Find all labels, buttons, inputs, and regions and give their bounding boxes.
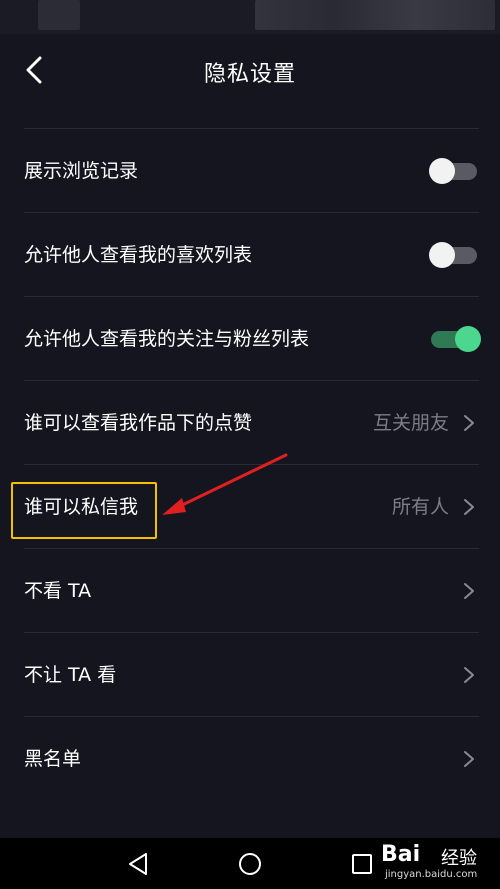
setting-label: 允许他人查看我的喜欢列表 xyxy=(24,244,253,266)
status-bar xyxy=(0,0,500,34)
toggle-switch[interactable] xyxy=(429,242,477,268)
blurred-status-area xyxy=(38,0,80,30)
chevron-right-icon xyxy=(464,583,474,599)
setting-show-browsing-history: 展示浏览记录 xyxy=(24,128,479,212)
setting-label: 不让 TA 看 xyxy=(24,664,117,686)
toggle-switch[interactable] xyxy=(429,158,477,184)
setting-allow-view-follows: 允许他人查看我的关注与粉丝列表 xyxy=(24,296,481,380)
setting-blacklist[interactable]: 黑名单 xyxy=(24,716,479,800)
toggle-switch[interactable] xyxy=(429,326,481,352)
toggle-knob xyxy=(455,326,481,352)
nav-home-icon[interactable] xyxy=(237,851,263,877)
setting-allow-view-likes: 允许他人查看我的喜欢列表 xyxy=(24,212,479,296)
page-title: 隐私设置 xyxy=(203,62,296,87)
chevron-right-icon xyxy=(464,751,474,767)
toggle-knob xyxy=(429,242,455,268)
setting-label: 允许他人查看我的关注与粉丝列表 xyxy=(24,328,310,350)
chevron-right-icon xyxy=(464,667,474,683)
header: 隐私设置 xyxy=(0,34,500,108)
setting-label: 不看 TA xyxy=(24,580,92,602)
setting-hide-from-ta[interactable]: 不让 TA 看 xyxy=(24,632,479,716)
setting-label: 黑名单 xyxy=(24,748,82,770)
watermark-text: 经验 xyxy=(441,848,477,869)
setting-label: 谁可以私信我 xyxy=(24,496,139,518)
blurred-status-area xyxy=(255,0,495,30)
watermark-url: jingyan.baidu.com xyxy=(385,869,478,880)
annotation-arrow-icon xyxy=(162,453,288,515)
watermark: Bai 经验 jingyan.baidu.com xyxy=(381,842,496,886)
chevron-right-icon xyxy=(464,415,474,431)
setting-value: 所有人 xyxy=(391,496,449,518)
chevron-right-icon xyxy=(464,499,474,515)
setting-dont-see-ta[interactable]: 不看 TA xyxy=(24,548,479,632)
toggle-knob xyxy=(429,158,455,184)
setting-value: 互关朋友 xyxy=(372,412,449,434)
nav-recent-apps-icon[interactable] xyxy=(349,851,375,877)
nav-back-icon[interactable] xyxy=(126,851,152,877)
setting-label: 展示浏览记录 xyxy=(24,160,139,182)
watermark-logo: Bai xyxy=(381,842,421,867)
